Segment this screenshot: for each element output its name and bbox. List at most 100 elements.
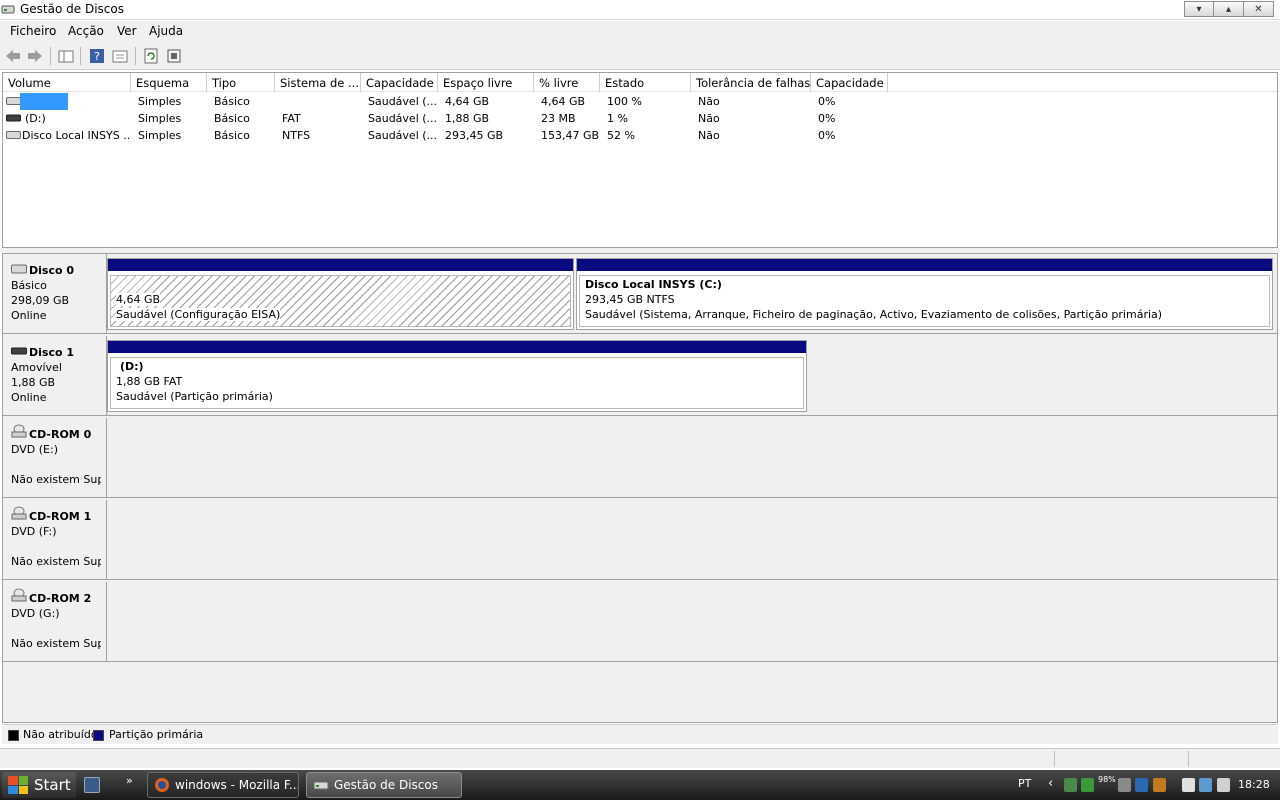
volume-cell: Disco Local INSYS ...: [22, 129, 130, 142]
toolbar: ?: [0, 42, 1280, 70]
console-tree-button[interactable]: [57, 47, 75, 65]
shield-icon[interactable]: [1153, 778, 1166, 792]
maximize-button[interactable]: ▴: [1214, 1, 1244, 17]
column-header-estado[interactable]: Estado: [600, 73, 691, 92]
forward-button[interactable]: [26, 47, 44, 65]
tipo-cell: Básico: [214, 95, 250, 108]
minimize-button[interactable]: ▾: [1184, 1, 1214, 17]
start-button[interactable]: Start: [2, 772, 76, 798]
help-button[interactable]: ?: [88, 47, 106, 65]
tray-expand-icon[interactable]: ‹: [1048, 776, 1053, 791]
disk-type: DVD (F:): [11, 525, 57, 538]
column-header-pct-livre[interactable]: % livre: [534, 73, 600, 92]
console-tree-icon: [58, 50, 74, 63]
forward-icon: [28, 50, 42, 62]
sistema-cell: FAT: [282, 112, 301, 125]
column-header-capacidade-2[interactable]: Capacidade: [811, 73, 888, 92]
show-desktop-icon[interactable]: [84, 777, 100, 793]
refresh-button[interactable]: [142, 47, 160, 65]
partition-body: 4,64 GB Saudável (Configuração EISA): [110, 275, 571, 327]
esquema-cell: Simples: [138, 129, 182, 142]
disk-label[interactable]: CD-ROM 1 DVD (F:) Não existem Sup: [3, 500, 107, 580]
rescan-icon: [167, 49, 181, 63]
pct-cell: 4,64 GB: [541, 95, 586, 108]
column-header-capacidade[interactable]: Capacidade: [361, 73, 438, 92]
maximize-icon: ▴: [1225, 3, 1232, 15]
disk-row: CD-ROM 2 DVD (G:) Não existem Sup: [3, 582, 1277, 664]
battery-icon[interactable]: [1182, 778, 1195, 792]
table-row[interactable]: Simples Básico Saudável (... 4,64 GB 4,6…: [3, 93, 1277, 110]
partition-status: Saudável (Configuração EISA): [116, 308, 281, 321]
column-header-espaco-livre[interactable]: Espaço livre: [438, 73, 534, 92]
start-label: Start: [34, 776, 71, 794]
disk-type: Básico: [11, 279, 47, 292]
disk-status: Online: [11, 309, 47, 322]
wireless-icon[interactable]: [1199, 778, 1212, 792]
quicklaunch-chevron[interactable]: »: [126, 774, 133, 787]
back-icon: [6, 50, 20, 62]
removable-drive-icon: [11, 347, 27, 355]
column-header-sistema[interactable]: Sistema de ...: [275, 73, 361, 92]
language-indicator[interactable]: PT: [1018, 777, 1031, 790]
estado-cell: 52 %: [607, 129, 635, 142]
properties-button[interactable]: [111, 47, 129, 65]
column-header-tipo[interactable]: Tipo: [207, 73, 275, 92]
partition-size: 4,64 GB: [116, 293, 161, 306]
network-icon[interactable]: [1064, 778, 1077, 792]
column-header-esquema[interactable]: Esquema: [131, 73, 207, 92]
pct-cell: 23 MB: [541, 112, 576, 125]
disk-label[interactable]: Disco 1 Amovível 1,88 GB Online: [3, 336, 107, 416]
back-button[interactable]: [4, 47, 22, 65]
taskbar-item-disk-management[interactable]: Gestão de Discos: [306, 772, 462, 798]
column-header-tolerancia[interactable]: Tolerância de falhas: [691, 73, 811, 92]
table-row[interactable]: Disco Local INSYS ... Simples Básico NTF…: [3, 127, 1277, 144]
legend-label-primary: Partição primária: [109, 728, 204, 741]
partition-c[interactable]: Disco Local INSYS (C:) 293,45 GB NTFS Sa…: [576, 258, 1273, 330]
column-header-volume[interactable]: Volume: [3, 73, 131, 92]
device-icon[interactable]: [1118, 778, 1131, 792]
update-icon[interactable]: [1135, 778, 1148, 792]
title-bar: Gestão de Discos ▾ ▴ ✕: [0, 0, 1280, 20]
partition-size: 293,45 GB NTFS: [585, 293, 675, 306]
close-button[interactable]: ✕: [1244, 1, 1274, 17]
esquema-cell: Simples: [138, 112, 182, 125]
taskbar-item-label: windows - Mozilla F...: [175, 778, 299, 792]
partition-d[interactable]: (D:) 1,88 GB FAT Saudável (Partição prim…: [107, 340, 807, 412]
volume-list: Volume Esquema Tipo Sistema de ... Capac…: [2, 72, 1278, 248]
disk-partition-area: [107, 418, 1277, 498]
partition-bar: [108, 341, 806, 353]
tolerancia-cell: Não: [698, 129, 720, 142]
tolerancia-cell: Não: [698, 95, 720, 108]
disk-label[interactable]: CD-ROM 2 DVD (G:) Não existem Sup: [3, 582, 107, 662]
status-bar: [0, 748, 1280, 768]
espaco-cell: 293,45 GB: [445, 129, 504, 142]
partition-eisa[interactable]: 4,64 GB Saudável (Configuração EISA): [107, 258, 574, 330]
partition-status: Saudável (Partição primária): [116, 390, 273, 403]
menu-ficheiro[interactable]: Ficheiro: [10, 24, 56, 38]
windows-logo-icon: [8, 776, 28, 794]
volume-cell-selected: [20, 93, 68, 110]
legend-label-unallocated: Não atribuído: [23, 728, 98, 741]
removable-drive-icon: [6, 114, 21, 122]
disk-graphical-view: Disco 0 Básico 298,09 GB Online 4,64 GB …: [2, 253, 1278, 723]
menu-ajuda[interactable]: Ajuda: [149, 24, 183, 38]
security-icon[interactable]: [1081, 778, 1094, 792]
clock[interactable]: 18:28: [1238, 778, 1270, 791]
partition-title: (D:): [120, 360, 144, 373]
taskbar-item-firefox[interactable]: windows - Mozilla F...: [147, 772, 299, 798]
menu-bar: Ficheiro Acção Ver Ajuda: [0, 21, 1280, 42]
menu-ver[interactable]: Ver: [117, 24, 137, 38]
rescan-button[interactable]: [165, 47, 183, 65]
disk-name: CD-ROM 2: [29, 592, 92, 605]
disk-label[interactable]: Disco 0 Básico 298,09 GB Online: [3, 254, 107, 334]
disk-type: DVD (G:): [11, 607, 60, 620]
partition-size: 1,88 GB FAT: [116, 375, 183, 388]
menu-accao[interactable]: Acção: [68, 24, 104, 38]
disk-label[interactable]: CD-ROM 0 DVD (E:) Não existem Sup: [3, 418, 107, 498]
taskbar: Start » windows - Mozilla F... Gestão de…: [0, 770, 1280, 800]
disk-size: 298,09 GB: [11, 294, 70, 307]
estado-cell: 100 %: [607, 95, 642, 108]
table-row[interactable]: (D:) Simples Básico FAT Saudável (... 1,…: [3, 110, 1277, 127]
volume-icon[interactable]: [1217, 778, 1230, 792]
disk-row: Disco 0 Básico 298,09 GB Online 4,64 GB …: [3, 254, 1277, 336]
